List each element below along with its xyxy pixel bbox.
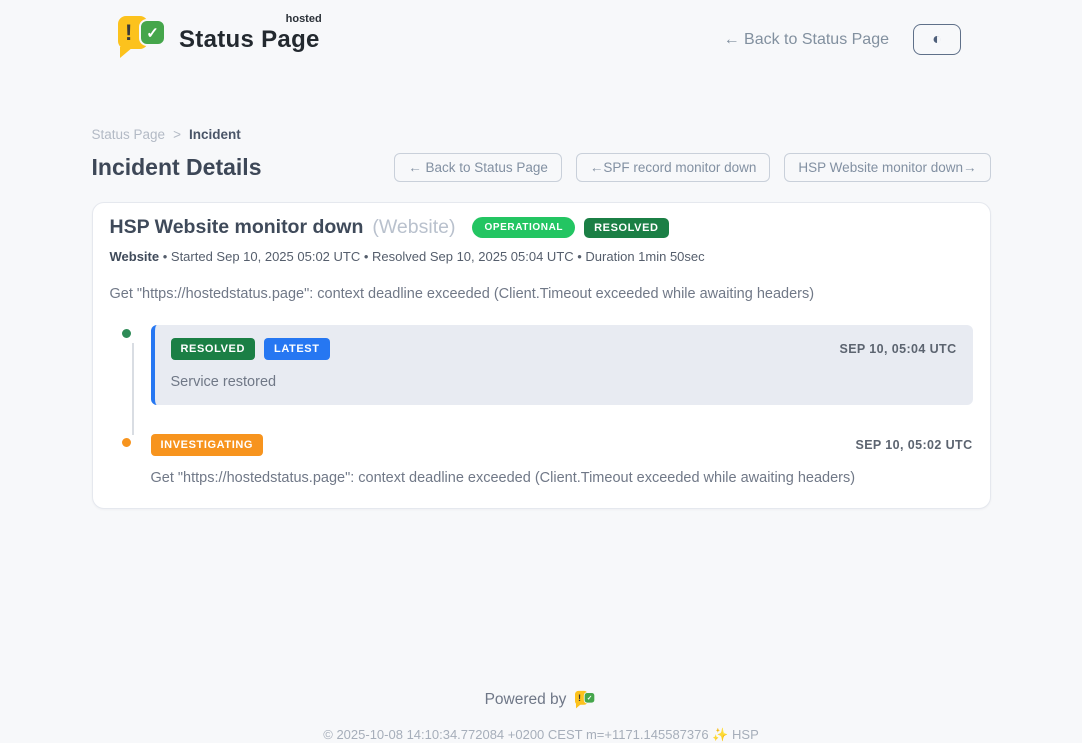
incident-title: HSP Website monitor down <box>110 216 364 239</box>
timeline-badge-row: INVESTIGATING SEP 10, 05:02 UTC <box>151 434 973 456</box>
status-page-logo-icon: ! ✓ <box>118 14 168 58</box>
incident-component: Website <box>110 249 160 264</box>
prev-incident-button[interactable]: ←SPF record monitor down <box>576 153 771 182</box>
theme-toggle-button[interactable]: ◐ <box>913 24 961 55</box>
breadcrumb: Status Page > Incident <box>92 127 991 142</box>
main-content: Status Page > Incident Incident Details … <box>92 127 991 743</box>
incident-card: HSP Website monitor down (Website) OPERA… <box>92 202 991 509</box>
header-back-link[interactable]: ← Back to Status Page <box>724 31 889 49</box>
breadcrumb-root[interactable]: Status Page <box>92 127 166 142</box>
footer: Powered by ! ✓ © 2025-10-08 14:10:34.772… <box>92 690 991 743</box>
timeline-dot-column <box>110 434 151 486</box>
incident-card-header: HSP Website monitor down (Website) OPERA… <box>110 216 973 239</box>
latest-badge: LATEST <box>264 338 330 360</box>
brand-logo[interactable]: ! ✓ Status Page hosted <box>118 14 320 58</box>
timeline-entry-resolved: RESOLVED LATEST SEP 10, 05:04 UTC Servic… <box>110 325 973 405</box>
timeline-entry-investigating: INVESTIGATING SEP 10, 05:02 UTC Get "htt… <box>110 434 973 486</box>
breadcrumb-current: Incident <box>189 127 241 142</box>
incident-meta-details: • Started Sep 10, 2025 05:02 UTC • Resol… <box>163 249 705 264</box>
timeline-message: Get "https://hostedstatus.page": context… <box>151 470 973 486</box>
incident-timeline: RESOLVED LATEST SEP 10, 05:04 UTC Servic… <box>110 325 973 486</box>
circle-half-icon: ◐ <box>932 32 942 48</box>
title-row: Incident Details ← Back to Status Page ←… <box>92 153 991 182</box>
timeline-timestamp: SEP 10, 05:02 UTC <box>855 438 972 452</box>
incident-nav-buttons: ← Back to Status Page ←SPF record monito… <box>394 153 990 182</box>
brand-superscript: hosted <box>286 13 322 25</box>
copyright-text: © 2025-10-08 14:10:34.772084 +0200 CEST … <box>92 727 991 743</box>
header: ! ✓ Status Page hosted ← Back to Status … <box>0 0 1082 64</box>
powered-by: Powered by ! ✓ <box>485 690 598 710</box>
next-incident-button[interactable]: HSP Website monitor down→ <box>784 153 990 182</box>
powered-by-label: Powered by <box>485 691 567 709</box>
check-icon: ✓ <box>139 19 166 46</box>
timeline-timestamp: SEP 10, 05:04 UTC <box>839 342 956 356</box>
page-title: Incident Details <box>92 154 262 181</box>
resolved-state-badge: RESOLVED <box>584 218 669 238</box>
timeline-entry-content: RESOLVED LATEST SEP 10, 05:04 UTC Servic… <box>151 325 973 405</box>
brand-name: Status Page hosted <box>179 26 320 54</box>
timeline-message: Service restored <box>171 374 957 390</box>
timeline-entry-content: INVESTIGATING SEP 10, 05:02 UTC Get "htt… <box>151 434 973 486</box>
timeline-dot-column <box>110 325 151 405</box>
resolved-badge: RESOLVED <box>171 338 256 360</box>
incident-scope: (Website) <box>372 216 455 239</box>
operational-status-badge: OPERATIONAL <box>472 217 575 238</box>
incident-meta: Website • Started Sep 10, 2025 05:02 UTC… <box>110 249 973 264</box>
investigating-badge: INVESTIGATING <box>151 434 264 456</box>
breadcrumb-separator: > <box>173 127 181 142</box>
timeline-badge-row: RESOLVED LATEST SEP 10, 05:04 UTC <box>171 338 957 360</box>
orange-dot-icon <box>119 435 134 450</box>
green-dot-icon <box>119 326 134 341</box>
check-icon: ✓ <box>584 692 595 703</box>
footer-brand-icon[interactable]: ! ✓ <box>575 690 597 710</box>
back-to-status-page-button[interactable]: ← Back to Status Page <box>394 153 562 182</box>
header-actions: ← Back to Status Page ◐ <box>724 24 961 55</box>
incident-description: Get "https://hostedstatus.page": context… <box>110 286 973 302</box>
